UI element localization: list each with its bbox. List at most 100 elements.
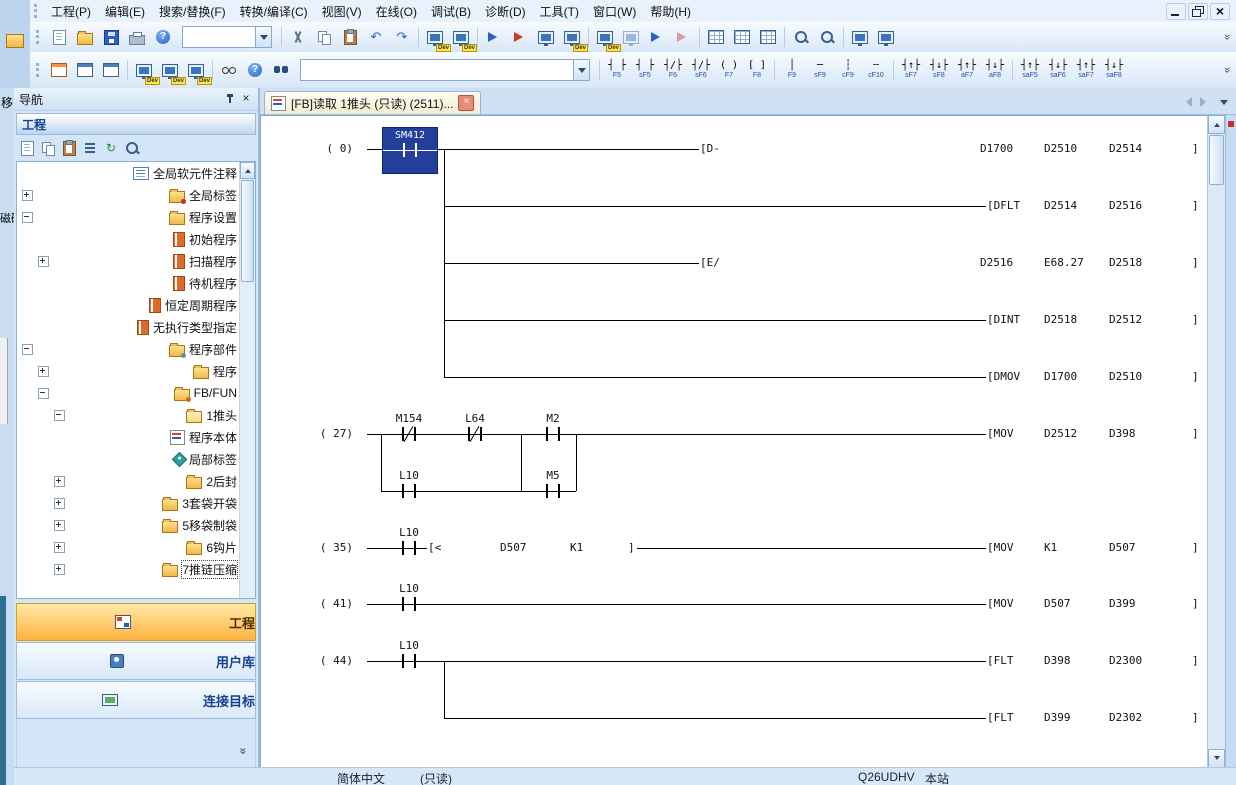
- tree-item-FB/FUN[interactable]: FB/FUN: [17, 382, 255, 404]
- tab-menu-icon[interactable]: [1216, 94, 1232, 110]
- toolbar-overflow-icon[interactable]: »: [1220, 57, 1234, 83]
- ladder-help-button[interactable]: [242, 57, 268, 83]
- open-project-button[interactable]: [72, 24, 98, 50]
- scrollbar-thumb[interactable]: [241, 180, 254, 282]
- contact-symbol[interactable]: [414, 654, 416, 668]
- monitor-mode-button[interactable]: Dev: [559, 24, 585, 50]
- toolbar-overflow-icon[interactable]: »: [1220, 24, 1234, 50]
- contact-symbol[interactable]: [402, 654, 404, 668]
- build-button[interactable]: [703, 24, 729, 50]
- device-batch-monitor-button[interactable]: [644, 24, 670, 50]
- open-branch-button[interactable]: ┤ ├sF5: [631, 54, 659, 86]
- function-block-selection-window-button[interactable]: [72, 57, 98, 83]
- refresh-view-button[interactable]: [101, 138, 121, 158]
- rising-pulse-button[interactable]: ┤↑├sF7: [897, 54, 925, 86]
- tree-item-程序部件[interactable]: 程序部件: [17, 338, 255, 360]
- restore-icon[interactable]: [1188, 3, 1208, 20]
- expand-icon[interactable]: [54, 476, 65, 487]
- menu-item-t[interactable]: 工具(T): [533, 0, 586, 23]
- stop-monitoring-button[interactable]: [618, 24, 644, 50]
- verify-with-plc-button[interactable]: [481, 24, 507, 50]
- falling-pulse-button[interactable]: ┤↓├sF8: [925, 54, 953, 86]
- device-monitor-button[interactable]: Dev: [157, 57, 183, 83]
- menu-item-f[interactable]: 搜索/替换(F): [152, 0, 233, 23]
- minimize-icon[interactable]: [1166, 3, 1186, 20]
- find-replace-button[interactable]: [268, 57, 294, 83]
- tab-close-icon[interactable]: ×: [458, 95, 474, 111]
- scroll-up-icon[interactable]: [1208, 115, 1225, 134]
- menu-item-e[interactable]: 编辑(E): [98, 0, 152, 23]
- close-branch-button[interactable]: ┤/├sF6: [687, 54, 715, 86]
- tree-item-程序[interactable]: 程序: [17, 360, 255, 382]
- start-monitoring-button[interactable]: Dev: [592, 24, 618, 50]
- tree-item-全局软元件注释[interactable]: 全局软元件注释: [17, 162, 255, 184]
- rising-pulse-branch-button[interactable]: ┤↑├aF7: [953, 54, 981, 86]
- new-project-button[interactable]: [46, 24, 72, 50]
- nav-project-button[interactable]: 工程: [16, 603, 256, 641]
- nav-userlib-button[interactable]: 用户库: [16, 642, 256, 680]
- tree-item-恒定周期程序[interactable]: 恒定周期程序: [17, 294, 255, 316]
- contact-symbol[interactable]: [558, 484, 560, 498]
- contact-symbol[interactable]: [414, 427, 416, 441]
- tree-item-程序本体[interactable]: 程序本体: [17, 426, 255, 448]
- menu-item-p[interactable]: 工程(P): [44, 0, 98, 23]
- expand-icon[interactable]: [38, 388, 49, 399]
- contact-symbol[interactable]: [414, 484, 416, 498]
- remote-operation-button[interactable]: [507, 24, 533, 50]
- editor-tab[interactable]: [FB]读取 1推头 (只读) (2511)... ×: [264, 91, 481, 114]
- copy-data-button[interactable]: [38, 138, 58, 158]
- coil-button[interactable]: ( )F7: [715, 54, 743, 86]
- read-from-plc-button[interactable]: Dev: [448, 24, 474, 50]
- menu-item-c[interactable]: 转换/编译(C): [233, 0, 315, 23]
- contact-symbol[interactable]: [558, 427, 560, 441]
- paste-data-button[interactable]: [59, 138, 79, 158]
- close-icon[interactable]: [1210, 3, 1230, 20]
- tree-item-2后封[interactable]: 2后封: [17, 470, 255, 492]
- pin-icon[interactable]: [225, 94, 235, 104]
- tree-item-局部标签[interactable]: 局部标签: [17, 448, 255, 470]
- tree-item-初始程序[interactable]: 初始程序: [17, 228, 255, 250]
- menu-item-h[interactable]: 帮助(H): [643, 0, 698, 23]
- delete-vertical-line-button[interactable]: ┆cF9: [834, 54, 862, 86]
- horizontal-line-button[interactable]: ─sF9: [806, 54, 834, 86]
- contact-symbol[interactable]: [402, 597, 404, 611]
- scroll-down-icon[interactable]: [1208, 749, 1225, 768]
- menu-item-o[interactable]: 在线(O): [369, 0, 424, 23]
- falling-pulse-branch-button[interactable]: ┤↓├aF8: [981, 54, 1009, 86]
- expand-icon[interactable]: [54, 410, 65, 421]
- ladder-edit-cursor[interactable]: SM412: [382, 127, 438, 174]
- tree-item-程序设置[interactable]: 程序设置: [17, 206, 255, 228]
- save-project-button[interactable]: [98, 24, 124, 50]
- program-combo[interactable]: [182, 26, 272, 48]
- transfer-setup-button[interactable]: [533, 24, 559, 50]
- display-setting-button[interactable]: [216, 57, 242, 83]
- help-button[interactable]: [150, 24, 176, 50]
- menu-item-d[interactable]: 诊断(D): [478, 0, 533, 23]
- print-button[interactable]: [124, 24, 150, 50]
- expand-icon[interactable]: [54, 520, 65, 531]
- tree-item-5移袋制袋[interactable]: 5移袋制袋: [17, 514, 255, 536]
- expand-icon[interactable]: [22, 212, 33, 223]
- paste-button[interactable]: [337, 24, 363, 50]
- navigation-window-button[interactable]: [46, 57, 72, 83]
- nav-connect-button[interactable]: 连接目标: [16, 681, 256, 719]
- toolbar-grip[interactable]: [36, 30, 42, 44]
- cut-button[interactable]: [285, 24, 311, 50]
- tab-scroll-right-icon[interactable]: [1197, 94, 1213, 110]
- expand-collapse-button[interactable]: [80, 138, 100, 158]
- expand-icon[interactable]: [54, 498, 65, 509]
- contact-symbol[interactable]: [546, 427, 548, 441]
- rising-pulse-close-branch-button[interactable]: ┤↑├saF7: [1072, 54, 1100, 86]
- ladder-editor-canvas[interactable]: ( 0)SM412[D-D1700D2510D2514][DFLTD2514D2…: [260, 115, 1207, 768]
- tree-item-待机程序[interactable]: 待机程序: [17, 272, 255, 294]
- tree-item-全局标签[interactable]: 全局标签: [17, 184, 255, 206]
- tree-item-无执行类型指定[interactable]: 无执行类型指定: [17, 316, 255, 338]
- expand-icon[interactable]: [38, 256, 49, 267]
- menu-item-v[interactable]: 视图(V): [315, 0, 369, 23]
- contact-symbol[interactable]: [546, 484, 548, 498]
- statement-display-button[interactable]: [873, 24, 899, 50]
- panel-close-icon[interactable]: ×: [239, 92, 253, 106]
- device-combo[interactable]: [300, 59, 590, 81]
- scroll-up-icon[interactable]: [240, 162, 255, 179]
- menu-item-w[interactable]: 窗口(W): [586, 0, 643, 23]
